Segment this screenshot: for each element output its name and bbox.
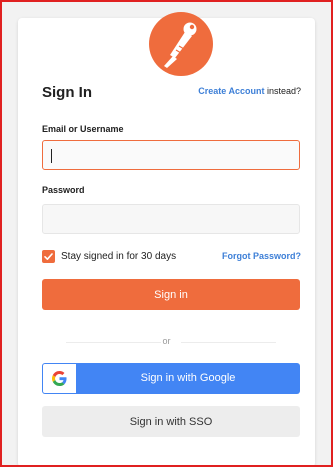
google-sign-in-button[interactable]: Sign in with Google	[42, 363, 300, 394]
create-account-link[interactable]: Create Account	[198, 86, 264, 96]
page-title: Sign In	[42, 84, 92, 101]
sign-in-button[interactable]: Sign in	[42, 279, 300, 310]
postman-logo-icon	[149, 12, 213, 76]
google-logo-box	[43, 364, 76, 393]
sign-in-card: Sign In Create Account instead? Email or…	[18, 12, 315, 467]
checkmark-icon	[44, 253, 53, 260]
create-account-suffix: instead?	[264, 86, 301, 96]
password-input[interactable]	[42, 204, 300, 234]
forgot-password-link[interactable]: Forgot Password?	[222, 251, 301, 261]
divider-right	[181, 342, 276, 343]
username-input[interactable]	[42, 140, 300, 170]
stay-signed-in-checkbox[interactable]	[42, 250, 55, 263]
google-button-label: Sign in with Google	[140, 372, 236, 384]
text-cursor	[51, 149, 52, 163]
stay-signed-in-label: Stay signed in for 30 days	[61, 251, 177, 262]
sso-sign-in-button[interactable]: Sign in with SSO	[42, 406, 300, 437]
or-divider-text: or	[162, 336, 171, 346]
password-label: Password	[42, 185, 85, 195]
google-g-icon	[52, 371, 67, 386]
create-account-prompt: Create Account instead?	[198, 86, 301, 96]
username-label: Email or Username	[42, 124, 124, 134]
